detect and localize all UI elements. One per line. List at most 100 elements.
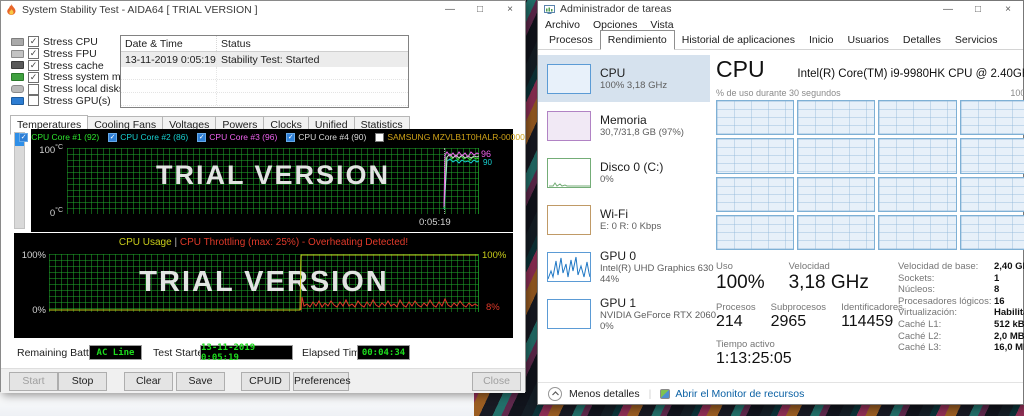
- usage-y-min: 0%: [20, 305, 46, 316]
- close-button[interactable]: Close: [472, 372, 521, 391]
- core-graph: [797, 138, 875, 173]
- gpu-icon: [11, 97, 24, 105]
- legend-core3[interactable]: ✓ CPU Core #3 (96): [197, 132, 277, 142]
- close-button[interactable]: ×: [495, 4, 525, 15]
- threads-value: 2965: [771, 313, 826, 331]
- temperature-series-svg: [67, 148, 479, 214]
- tab-inicio[interactable]: Inicio: [802, 32, 841, 49]
- log-table-empty-row: [121, 93, 408, 106]
- legend-core3-checkbox[interactable]: ✓: [197, 133, 206, 142]
- core-graph: [716, 215, 794, 250]
- sidebar-item-gpu1[interactable]: GPU 1 NVIDIA GeForce RTX 2060 0%: [538, 290, 710, 337]
- sidebar-item-cpu[interactable]: CPU 100% 3,18 GHz: [538, 55, 710, 102]
- logical-core-graphs: [716, 100, 1024, 250]
- tab-usuarios[interactable]: Usuarios: [840, 32, 895, 49]
- stop-button[interactable]: Stop: [58, 372, 107, 391]
- start-button[interactable]: Start: [9, 372, 58, 391]
- gpu0-thumbnail: [547, 252, 591, 282]
- usage-current-label: 100%: [482, 250, 506, 261]
- legend-samsung-disk[interactable]: SAMSUNG MZVLB1T0HALR-00000: [375, 132, 524, 142]
- sidebar-item-gpu0[interactable]: GPU 0 Intel(R) UHD Graphics 630 44%: [538, 243, 710, 290]
- temperature-gauge: [14, 132, 25, 229]
- usage-series-svg: [49, 254, 479, 312]
- stress-cpu-checkbox[interactable]: ✓: [28, 36, 39, 47]
- cpuid-button[interactable]: CPUID: [241, 372, 290, 391]
- core-graph: [878, 138, 956, 173]
- sidebar-item-disco[interactable]: Disco 0 (C:) 0%: [538, 149, 710, 196]
- maximize-button[interactable]: □: [465, 4, 495, 15]
- cpu-speed-value: 3,18 GHz: [789, 272, 869, 294]
- legend-core1-checkbox[interactable]: ✓: [19, 133, 28, 142]
- tab-rendimiento[interactable]: Rendimiento: [600, 30, 675, 50]
- menu-opciones[interactable]: Opciones: [593, 19, 637, 31]
- tab-historial[interactable]: Historial de aplicaciones: [675, 32, 802, 49]
- desktop-wallpaper: System Stability Test - AIDA64 [ TRIAL V…: [0, 0, 1024, 416]
- cache-icon: [11, 61, 24, 69]
- gpu1-thumbnail: [547, 299, 591, 329]
- legend-core2-checkbox[interactable]: ✓: [108, 133, 117, 142]
- core-graph: [797, 177, 875, 212]
- stress-disks-checkbox[interactable]: [28, 84, 39, 95]
- usage-axis-label: % de uso durante 30 segundos: [716, 88, 841, 98]
- col-date-time: Date & Time: [121, 38, 216, 50]
- cpu-model-name: Intel(R) Core(TM) i9-9980HK CPU @ 2.40GH…: [797, 68, 1024, 80]
- col-status: Status: [216, 36, 408, 51]
- elapsed-value: 00:04:34: [357, 345, 410, 360]
- cpu-thumbnail: [547, 64, 591, 94]
- core-graph: [878, 177, 956, 212]
- stress-memory-checkbox[interactable]: ✓: [28, 72, 39, 83]
- sidebar-item-memoria[interactable]: Memoria 30,7/31,8 GB (97%): [538, 102, 710, 149]
- menu-vista[interactable]: Vista: [650, 19, 673, 31]
- resource-monitor-icon: [660, 389, 670, 399]
- cpu-usage-value: 100%: [716, 272, 765, 294]
- tab-detalles[interactable]: Detalles: [896, 32, 948, 49]
- usage-y-max: 100%: [20, 250, 46, 261]
- test-started-value: 13-11-2019 0:05:19: [200, 345, 293, 360]
- legend-samsung-checkbox[interactable]: [375, 133, 384, 142]
- task-manager-footer: Menos detalles | Abrir el Monitor de rec…: [538, 382, 1023, 404]
- usage-axis-max: 100 %: [1010, 88, 1024, 98]
- minimize-button[interactable]: —: [435, 4, 465, 15]
- aida64-titlebar: System Stability Test - AIDA64 [ TRIAL V…: [1, 1, 525, 18]
- core-graph: [960, 215, 1024, 250]
- memory-thumbnail: [547, 111, 591, 141]
- core-graph: [716, 100, 794, 135]
- temperature-legend: ✓ CPU Core #1 (92) ✓ CPU Core #2 (86) ✓ …: [31, 132, 513, 142]
- clear-button[interactable]: Clear: [124, 372, 173, 391]
- core-graph: [716, 177, 794, 212]
- cpu-stats-left: Uso 100% Velocidad 3,18 GHz Procesos 214…: [716, 261, 884, 368]
- legend-core2[interactable]: ✓ CPU Core #2 (86): [108, 132, 188, 142]
- maximize-button[interactable]: □: [963, 4, 993, 15]
- throttle-current-label: 8%: [486, 302, 500, 313]
- sidebar-item-wifi[interactable]: Wi-Fi E: 0 R: 0 Kbps: [538, 196, 710, 243]
- cpu-usage-graph: CPU Usage | CPU Throttling (max: 25%) - …: [14, 233, 513, 338]
- open-resource-monitor-link[interactable]: Abrir el Monitor de recursos: [675, 388, 804, 400]
- tab-procesos[interactable]: Procesos: [542, 32, 600, 49]
- log-table-row[interactable]: 13-11-2019 0:05:19 Stability Test: Start…: [121, 52, 408, 67]
- preferences-button[interactable]: Preferences: [293, 372, 349, 391]
- menu-archivo[interactable]: Archivo: [545, 19, 580, 31]
- legend-core4[interactable]: ✓ CPU Core #4 (90): [286, 132, 366, 142]
- legend-core1[interactable]: ✓ CPU Core #1 (92): [19, 132, 99, 142]
- wifi-thumbnail: [547, 205, 591, 235]
- stress-cache-checkbox[interactable]: ✓: [28, 60, 39, 71]
- chevron-up-icon[interactable]: [548, 387, 562, 401]
- stress-gpu-checkbox[interactable]: [28, 95, 39, 106]
- close-button[interactable]: ×: [993, 4, 1023, 15]
- memory-icon: [11, 73, 24, 81]
- task-manager-tabs: Procesos Rendimiento Historial de aplica…: [538, 32, 1023, 50]
- uptime-value: 1:13:25:05: [716, 350, 884, 368]
- save-button[interactable]: Save: [176, 372, 225, 391]
- minimize-button[interactable]: —: [933, 4, 963, 15]
- log-table-header: Date & Time Status: [121, 36, 408, 52]
- less-details-button[interactable]: Menos detalles: [569, 388, 640, 400]
- event-log-table: Date & Time Status 13-11-2019 0:05:19 St…: [120, 35, 409, 108]
- task-manager-window: Administrador de tareas — □ × Archivo Op…: [537, 0, 1024, 405]
- legend-core4-checkbox[interactable]: ✓: [286, 133, 295, 142]
- fpu-icon: [11, 50, 24, 58]
- disk-icon: [11, 85, 24, 93]
- aida64-window-title: System Stability Test - AIDA64 [ TRIAL V…: [22, 4, 258, 16]
- time-axis-label: 0:05:19: [419, 217, 451, 228]
- tab-servicios[interactable]: Servicios: [948, 32, 1005, 49]
- stress-fpu-checkbox[interactable]: ✓: [28, 48, 39, 59]
